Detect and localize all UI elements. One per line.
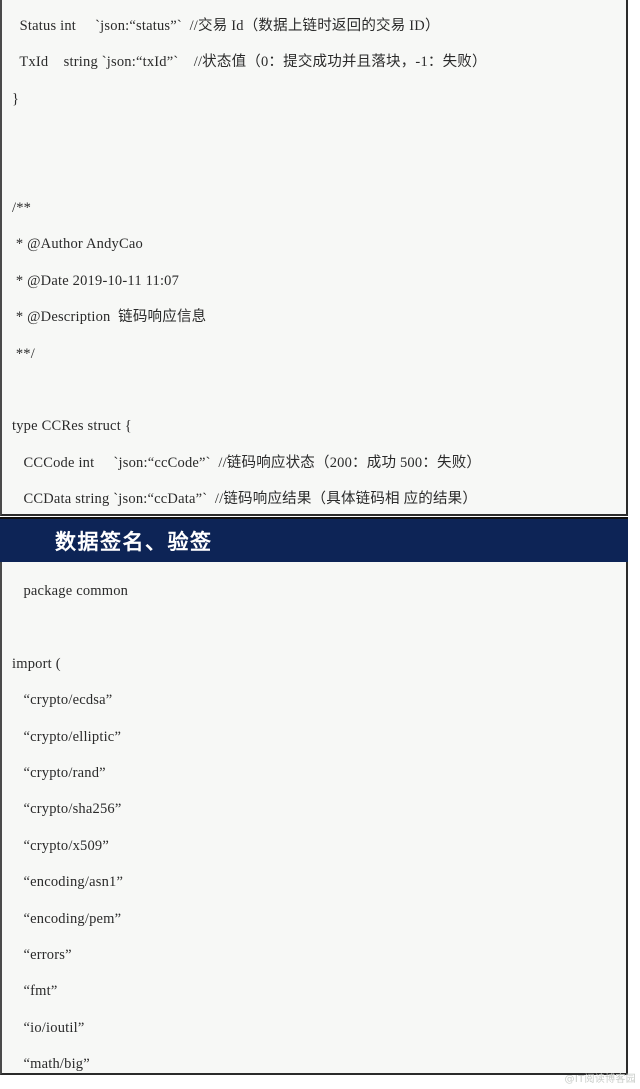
code-line: “encoding/pem” xyxy=(12,910,122,927)
code-block-struct-ccres-body: Status int `json:“status”` //交易 Id（数据上链时… xyxy=(2,0,626,514)
code-block-struct-ccres: Status int `json:“status”` //交易 Id（数据上链时… xyxy=(0,0,628,516)
document-page: Status int `json:“status”` //交易 Id（数据上链时… xyxy=(0,0,640,1089)
code-line: “encoding/asn1” xyxy=(12,874,124,891)
code-line: “crypto/x509” xyxy=(12,837,110,854)
code-line: TxId string `json:“txId”` //状态值（0：提交成功并且… xyxy=(12,54,487,71)
code-line: “crypto/sha256” xyxy=(12,801,122,818)
code-line: “errors” xyxy=(12,946,72,963)
code-block-package-common-body: package common import ( “crypto/ecdsa” “… xyxy=(2,562,626,1073)
code-line: “crypto/ecdsa” xyxy=(12,692,113,709)
code-line: } xyxy=(12,90,20,107)
code-line: “io/ioutil” xyxy=(12,1019,85,1036)
code-line: “crypto/elliptic” xyxy=(12,728,122,745)
section-banner-title: 数据签名、验签 xyxy=(55,529,213,554)
code-line: “crypto/rand” xyxy=(12,764,106,781)
code-line: Status int `json:“status”` //交易 Id（数据上链时… xyxy=(12,18,440,34)
code-line: “math/big” xyxy=(12,1056,90,1073)
code-block-package-common: package common import ( “crypto/ecdsa” “… xyxy=(0,562,628,1075)
code-line: type CCRes struct { xyxy=(12,418,132,435)
code-line: CCData string `json:“ccData”` //链码响应结果（具… xyxy=(12,491,478,508)
section-banner-data-signing: 数据签名、验签 xyxy=(0,517,628,564)
code-line: * @Description 链码响应信息 xyxy=(12,309,207,326)
code-line: * @Author AndyCao xyxy=(12,236,143,253)
code-line: * @Date 2019-10-11 11:07 xyxy=(12,272,180,289)
code-line: import ( xyxy=(12,655,61,672)
code-line: **/ xyxy=(12,345,35,362)
watermark-label: @IT阅读博客园 xyxy=(564,1074,636,1085)
code-line: CCCode int `json:“ccCode”` //链码响应状态（200：… xyxy=(12,454,482,471)
code-line: /** xyxy=(12,199,32,216)
code-line: “fmt” xyxy=(12,983,58,1000)
code-line: package common xyxy=(12,583,129,599)
